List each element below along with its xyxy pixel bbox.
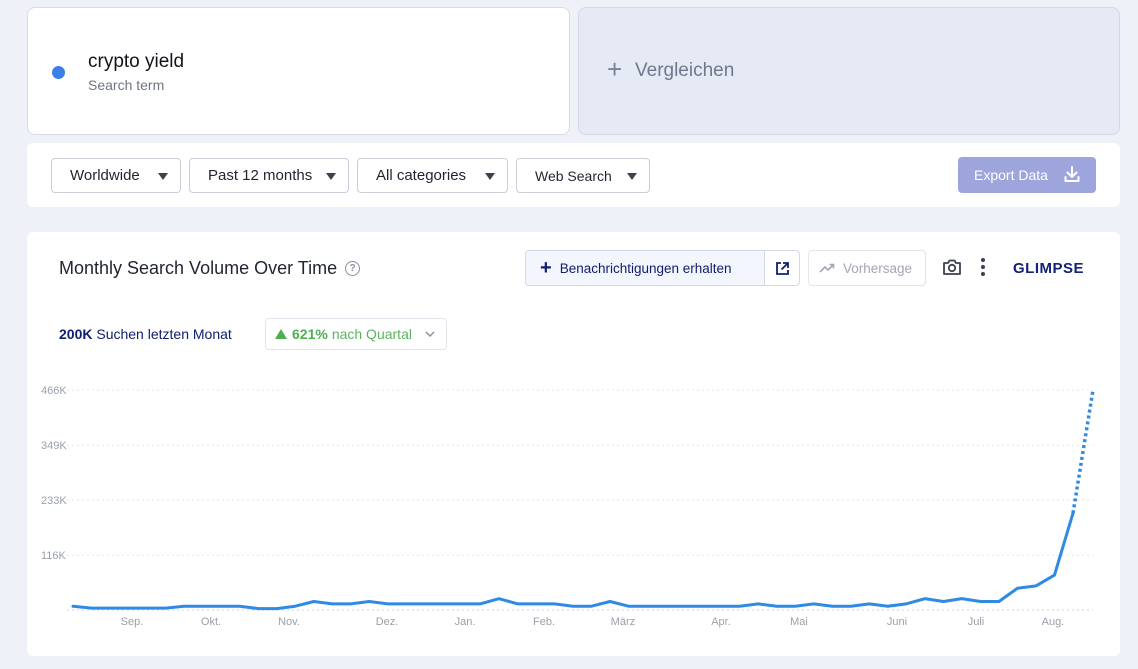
export-label: Export Data bbox=[974, 167, 1048, 183]
x-tick-label: Okt. bbox=[201, 616, 221, 628]
search-term-name: crypto yield bbox=[88, 51, 185, 72]
x-tick-label: Mai bbox=[790, 616, 808, 628]
x-tick-label: Feb. bbox=[533, 616, 555, 628]
compare-button[interactable]: + Vergleichen bbox=[578, 7, 1120, 135]
period-dropdown[interactable]: Past 12 months bbox=[189, 158, 349, 193]
period-value: Past 12 months bbox=[208, 167, 313, 184]
x-tick-label: Apr. bbox=[711, 616, 731, 628]
y-tick-label: 233K bbox=[41, 495, 67, 507]
filter-bar: Worldwide Past 12 months All categories … bbox=[27, 143, 1120, 207]
download-icon bbox=[1064, 166, 1080, 182]
x-tick-label: Jan. bbox=[455, 616, 476, 628]
y-tick-label: 116K bbox=[41, 550, 67, 562]
caret-down-icon bbox=[627, 173, 637, 180]
search-term-card[interactable]: crypto yield Search term bbox=[27, 7, 570, 135]
chart-panel: Monthly Search Volume Over Time ? + Bena… bbox=[27, 232, 1120, 656]
search-volume-chart: 466K 349K 233K 116K Sep. Okt. Nov. Dez. Jan. Feb.… bbox=[41, 385, 1095, 628]
forecast-line bbox=[1071, 389, 1095, 514]
x-tick-label: Nov. bbox=[278, 616, 300, 628]
x-tick-label: Juli bbox=[968, 616, 985, 628]
plus-icon: + bbox=[607, 54, 623, 84]
region-value: Worldwide bbox=[70, 167, 140, 184]
x-tick-label: Aug. bbox=[1042, 616, 1065, 628]
export-data-button[interactable]: Export Data bbox=[958, 157, 1096, 193]
y-tick-label: 466K bbox=[41, 385, 67, 397]
series-line bbox=[71, 511, 1075, 611]
search-term-subtitle: Search term bbox=[88, 77, 165, 93]
x-tick-label: Juni bbox=[887, 616, 907, 628]
region-dropdown[interactable]: Worldwide bbox=[51, 158, 181, 193]
x-tick-label: Sep. bbox=[121, 616, 144, 628]
caret-down-icon bbox=[326, 173, 336, 180]
x-tick-label: März bbox=[611, 616, 635, 628]
caret-down-icon bbox=[158, 173, 168, 180]
y-tick-label: 349K bbox=[41, 440, 67, 452]
source-dropdown[interactable]: Web Search bbox=[516, 158, 650, 193]
category-value: All categories bbox=[376, 167, 467, 184]
caret-down-icon bbox=[485, 173, 495, 180]
source-value: Web Search bbox=[535, 167, 612, 184]
category-dropdown[interactable]: All categories bbox=[357, 158, 508, 193]
x-tick-label: Dez. bbox=[376, 616, 399, 628]
compare-label: Vergleichen bbox=[635, 60, 735, 81]
term-color-dot bbox=[52, 66, 65, 79]
